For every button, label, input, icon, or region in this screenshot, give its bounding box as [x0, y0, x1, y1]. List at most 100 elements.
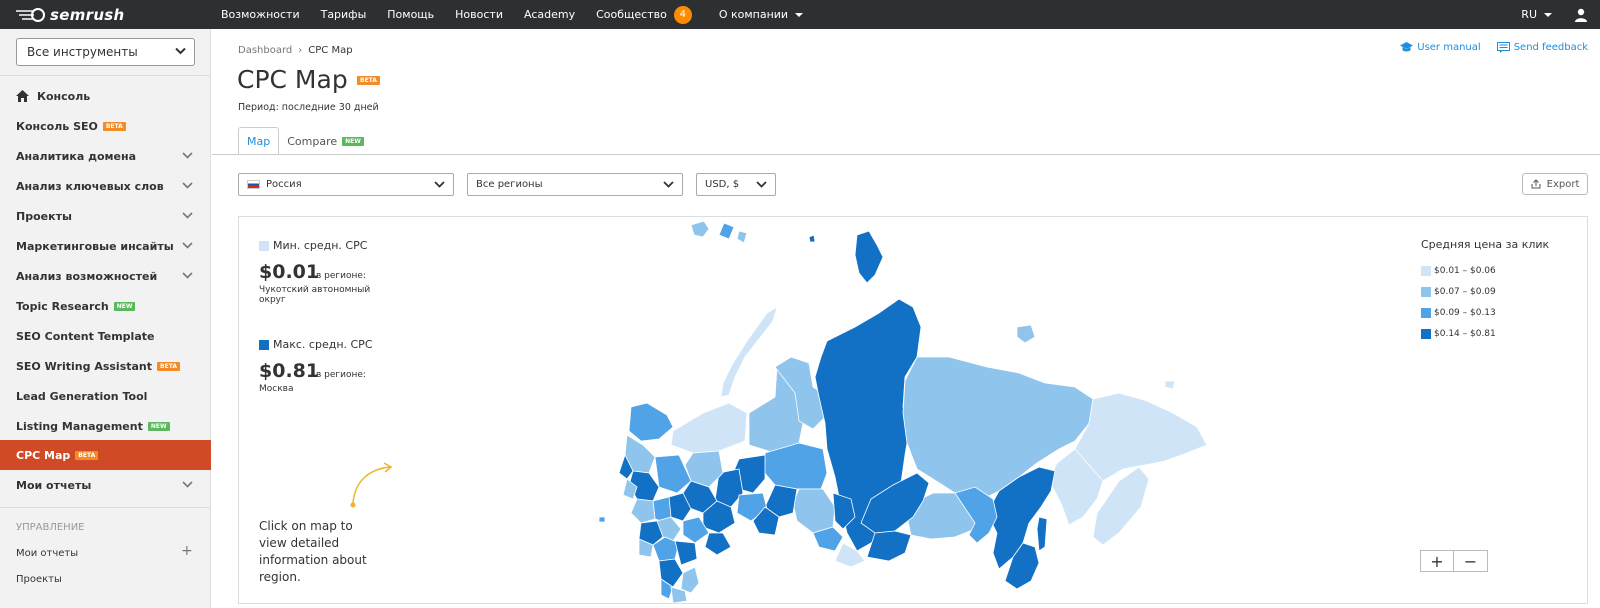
sidebar-item-label: Мои отчеты [16, 478, 92, 492]
nav-community[interactable]: Сообщество 4 [596, 5, 692, 24]
new-tag: NEW [147, 421, 170, 431]
sidebar-item-opportunity-analysis[interactable]: Анализ возможностей [0, 261, 211, 291]
divider [0, 75, 211, 76]
legend-item: $0.14 – $0.81 [1421, 323, 1549, 344]
sidebar-sub-my-reports[interactable]: Мои отчеты [16, 548, 78, 559]
country-select[interactable]: Россия [238, 173, 454, 196]
add-report-plus-icon[interactable]: + [181, 543, 193, 559]
region-select[interactable]: Все регионы [467, 173, 683, 196]
sidebar-item-seo-content-template[interactable]: SEO Content Template [0, 321, 211, 351]
sidebar-item-console[interactable]: Консоль [0, 81, 211, 111]
sidebar-item-seo-console[interactable]: Консоль SEO BETA [0, 111, 211, 141]
sidebar-sub-projects[interactable]: Проекты [16, 574, 62, 585]
sidebar-item-keyword-analysis[interactable]: Анализ ключевых слов [0, 171, 211, 201]
zoom-controls: + − [1420, 550, 1488, 572]
home-icon [16, 90, 29, 102]
nav-academy[interactable]: Academy [524, 8, 575, 21]
max-cpc-in-region: в регионе: [316, 370, 366, 380]
sidebar-item-label: Listing Management [16, 419, 143, 433]
language-label: RU [1521, 8, 1537, 21]
sidebar-item-lead-generation[interactable]: Lead Generation Tool [0, 381, 211, 411]
sidebar-item-seo-writing-assistant[interactable]: SEO Writing Assistant BETA [0, 351, 211, 381]
user-manual-label: User manual [1417, 42, 1481, 53]
min-cpc-in-region: в регионе: [316, 271, 366, 281]
legend-swatch [1421, 307, 1431, 318]
map-legend: Средняя цена за клик $0.01 – $0.06 $0.07… [1421, 238, 1549, 344]
sidebar-item-label: Проекты [16, 209, 72, 223]
map-region[interactable] [628, 402, 674, 442]
russia-flag-icon [247, 180, 260, 189]
legend-label: $0.09 – $0.13 [1434, 307, 1496, 318]
nav-about-label: О компании [718, 8, 789, 21]
map-region[interactable] [1016, 324, 1036, 344]
currency-select[interactable]: USD, $ [696, 173, 776, 196]
period-text: Период: последние 30 дней [238, 102, 379, 113]
russia-cpc-map[interactable] [599, 217, 1209, 604]
sidebar-item-label: SEO Writing Assistant [16, 359, 153, 373]
legend-label: $0.01 – $0.06 [1434, 265, 1496, 276]
sidebar-item-label: Lead Generation Tool [16, 389, 148, 403]
sidebar-item-marketing-insights[interactable]: Маркетинговые инсайты [0, 231, 211, 261]
user-manual-link[interactable]: User manual [1400, 42, 1481, 53]
divider [0, 507, 211, 508]
map-region[interactable] [854, 230, 884, 284]
export-label: Export [1546, 178, 1580, 190]
sidebar-item-domain-analytics[interactable]: Аналитика домена [0, 141, 211, 171]
semrush-logo[interactable]: semrush [16, 5, 125, 25]
sidebar-item-topic-research[interactable]: Topic Research NEW [0, 291, 211, 321]
breadcrumb-dashboard[interactable]: Dashboard [238, 45, 292, 56]
user-icon[interactable] [1574, 8, 1588, 22]
nav-pricing[interactable]: Тарифы [321, 8, 367, 21]
map-region[interactable] [630, 498, 656, 524]
map-region[interactable] [674, 540, 698, 566]
map-region[interactable] [1164, 380, 1176, 390]
chevron-down-icon [182, 212, 193, 219]
map-region[interactable] [599, 516, 606, 523]
chat-icon [1496, 42, 1510, 53]
map-region[interactable] [654, 454, 692, 494]
max-cpc-value: $0.81 [259, 360, 320, 382]
legend-label: $0.07 – $0.09 [1434, 286, 1496, 297]
map-region[interactable] [670, 402, 748, 454]
tab-compare-label: Compare [287, 134, 338, 148]
tab-compare[interactable]: Compare NEW [279, 127, 372, 155]
zoom-out-button[interactable]: − [1454, 550, 1488, 572]
sidebar-item-label: Консоль SEO [16, 119, 98, 133]
sidebar-item-my-reports[interactable]: Мои отчеты [0, 470, 211, 500]
nav-features[interactable]: Возможности [221, 8, 300, 21]
all-tools-select[interactable]: Все инструменты [16, 38, 195, 66]
tabs: Map Compare NEW [238, 127, 372, 155]
map-region[interactable] [1074, 392, 1208, 482]
map-region[interactable] [1036, 516, 1048, 552]
chevron-down-icon [182, 152, 193, 159]
map-region[interactable] [736, 230, 748, 244]
chevron-down-icon [175, 47, 186, 55]
legend-label: $0.14 – $0.81 [1434, 328, 1496, 339]
map-panel: Мин. средн. CPC $0.01 в регионе: Чукотск… [238, 216, 1588, 604]
nav-news[interactable]: Новости [455, 8, 503, 21]
sidebar-item-listing-management[interactable]: Listing Management NEW [0, 411, 211, 441]
map-region[interactable] [680, 566, 700, 594]
tab-map[interactable]: Map [238, 127, 280, 155]
chevron-down-icon [756, 181, 767, 188]
map-region[interactable] [690, 220, 710, 238]
language-select[interactable]: RU [1521, 8, 1552, 21]
map-region[interactable] [792, 488, 836, 534]
nav-about[interactable]: О компании [718, 8, 804, 21]
map-region[interactable] [808, 234, 816, 243]
legend-item: $0.01 – $0.06 [1421, 260, 1549, 281]
nav-community-label: Сообщество [596, 8, 667, 21]
export-button[interactable]: Export [1522, 173, 1588, 195]
zoom-in-button[interactable]: + [1420, 550, 1454, 572]
country-select-value: Россия [266, 179, 302, 190]
sidebar-item-projects[interactable]: Проекты [0, 201, 211, 231]
send-feedback-link[interactable]: Send feedback [1496, 42, 1588, 53]
sidebar-item-label: CPC Map [16, 448, 71, 462]
sidebar-item-cpc-map[interactable]: CPC Map BETA [0, 440, 211, 470]
map-region[interactable] [720, 306, 778, 398]
map-region[interactable] [704, 532, 732, 556]
caret-down-icon [1544, 12, 1552, 17]
nav-help[interactable]: Помощь [387, 8, 434, 21]
map-region[interactable] [718, 222, 735, 240]
min-cpc-heading-label: Мин. средн. CPC [273, 239, 368, 252]
